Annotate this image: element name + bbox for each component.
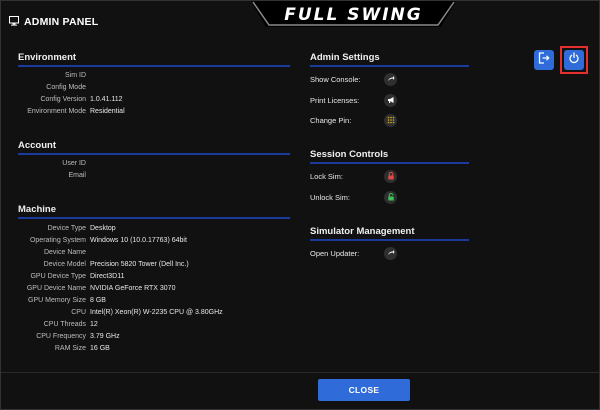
machine-label: CPU Frequency	[36, 333, 86, 340]
machine-value: NVIDIA GeForce RTX 3070	[90, 285, 176, 292]
monitor-icon	[9, 13, 19, 31]
show-console-button[interactable]	[384, 73, 397, 86]
machine-label: Device Name	[43, 249, 86, 256]
simulator-management-section-title: Simulator Management	[310, 226, 415, 237]
lock-sim-button[interactable]	[384, 170, 397, 183]
show-console-label: Show Console:	[310, 75, 361, 84]
machine-row: CPU Intel(R) Xeon(R) W-2235 CPU @ 3.80GH…	[1, 309, 301, 319]
arrow-right-icon	[387, 75, 395, 85]
account-section-title: Account	[18, 140, 56, 151]
machine-row: RAM Size 16 GB	[1, 345, 301, 355]
logo-text: FULL SWING	[284, 5, 423, 25]
machine-label: CPU	[71, 309, 86, 316]
sign-out-icon	[538, 51, 550, 69]
environment-section-title: Environment	[18, 52, 77, 63]
unlock-icon	[387, 192, 395, 203]
session-controls-section-title: Session Controls	[310, 149, 389, 160]
close-button[interactable]: CLOSE	[318, 379, 410, 401]
env-row-config-version: Config Version 1.0.41.112	[1, 96, 301, 106]
session-controls-divider	[310, 162, 469, 164]
env-label: Config Version	[40, 96, 86, 103]
machine-row: GPU Device Type Direct3D11	[1, 273, 301, 283]
env-label: Config Mode	[46, 84, 86, 91]
panel-header: ADMIN PANEL	[9, 13, 98, 31]
open-updater-button[interactable]	[384, 247, 397, 260]
machine-label: Device Type	[47, 225, 86, 232]
env-row-environment-mode: Environment Mode Residential	[1, 108, 301, 118]
panel-title: ADMIN PANEL	[24, 16, 99, 28]
env-value: Residential	[90, 108, 125, 115]
machine-value: 12	[90, 321, 98, 328]
print-licenses-button[interactable]	[384, 94, 397, 107]
print-licenses-label: Print Licenses:	[310, 96, 360, 105]
full-swing-logo: FULL SWING	[251, 1, 456, 31]
machine-value: 16 GB	[90, 345, 110, 352]
machine-row: Device Type Desktop	[1, 225, 301, 235]
account-row-email: Email	[1, 172, 301, 182]
machine-row: Device Model Precision 5820 Tower (Dell …	[1, 261, 301, 271]
machine-label: GPU Memory Size	[28, 297, 86, 304]
account-row-user-id: User ID	[1, 160, 301, 170]
show-console-row: Show Console:	[310, 73, 430, 87]
unlock-sim-button[interactable]	[384, 191, 397, 204]
lock-sim-row: Lock Sim:	[310, 170, 430, 184]
machine-row: CPU Frequency 3.79 GHz	[1, 333, 301, 343]
account-label: User ID	[62, 160, 86, 167]
machine-row: GPU Memory Size 8 GB	[1, 297, 301, 307]
admin-panel-window: ADMIN PANEL FULL SWING Environment Sim I…	[0, 0, 600, 410]
machine-label: Device Model	[43, 261, 86, 268]
lock-sim-label: Lock Sim:	[310, 172, 343, 181]
unlock-sim-row: Unlock Sim:	[310, 191, 430, 205]
power-button-highlight	[560, 46, 588, 74]
environment-divider	[18, 65, 290, 67]
machine-value: Intel(R) Xeon(R) W-2235 CPU @ 3.80GHz	[90, 309, 223, 316]
machine-value: 8 GB	[90, 297, 106, 304]
env-value: 1.0.41.112	[90, 96, 123, 103]
machine-section-title: Machine	[18, 204, 57, 215]
change-pin-row: Change Pin:	[310, 114, 430, 128]
machine-label: CPU Threads	[43, 321, 86, 328]
machine-label: GPU Device Type	[30, 273, 86, 280]
open-updater-label: Open Updater:	[310, 249, 360, 258]
machine-value: 3.79 GHz	[90, 333, 120, 340]
change-pin-button[interactable]	[384, 114, 397, 127]
print-licenses-row: Print Licenses:	[310, 94, 430, 108]
machine-divider	[18, 217, 290, 219]
env-row-config-mode: Config Mode	[1, 84, 301, 94]
unlock-sim-label: Unlock Sim:	[310, 193, 351, 202]
account-divider	[18, 153, 290, 155]
open-updater-row: Open Updater:	[310, 247, 430, 261]
machine-label: GPU Device Name	[26, 285, 86, 292]
machine-value: Windows 10 (10.0.17763) 64bit	[90, 237, 187, 244]
machine-row: Device Name	[1, 249, 301, 259]
admin-settings-section-title: Admin Settings	[310, 52, 380, 63]
megaphone-icon	[387, 96, 395, 106]
machine-label: Operating System	[29, 237, 86, 244]
lock-icon	[387, 171, 395, 182]
account-label: Email	[68, 172, 86, 179]
machine-row: CPU Threads 12	[1, 321, 301, 331]
machine-row: GPU Device Name NVIDIA GeForce RTX 3070	[1, 285, 301, 295]
machine-label: RAM Size	[54, 345, 86, 352]
machine-value: Precision 5820 Tower (Dell Inc.)	[90, 261, 189, 268]
machine-value: Direct3D11	[90, 273, 125, 280]
sign-out-button[interactable]	[534, 50, 554, 70]
change-pin-label: Change Pin:	[310, 116, 352, 125]
arrow-right-icon	[387, 249, 395, 259]
env-row-sim-id: Sim ID	[1, 72, 301, 82]
keypad-icon	[387, 116, 395, 126]
footer-divider	[1, 372, 600, 373]
machine-value: Desktop	[90, 225, 116, 232]
env-label: Sim ID	[65, 72, 86, 79]
admin-settings-divider	[310, 65, 469, 67]
machine-row: Operating System Windows 10 (10.0.17763)…	[1, 237, 301, 247]
env-label: Environment Mode	[27, 108, 86, 115]
simulator-management-divider	[310, 239, 469, 241]
